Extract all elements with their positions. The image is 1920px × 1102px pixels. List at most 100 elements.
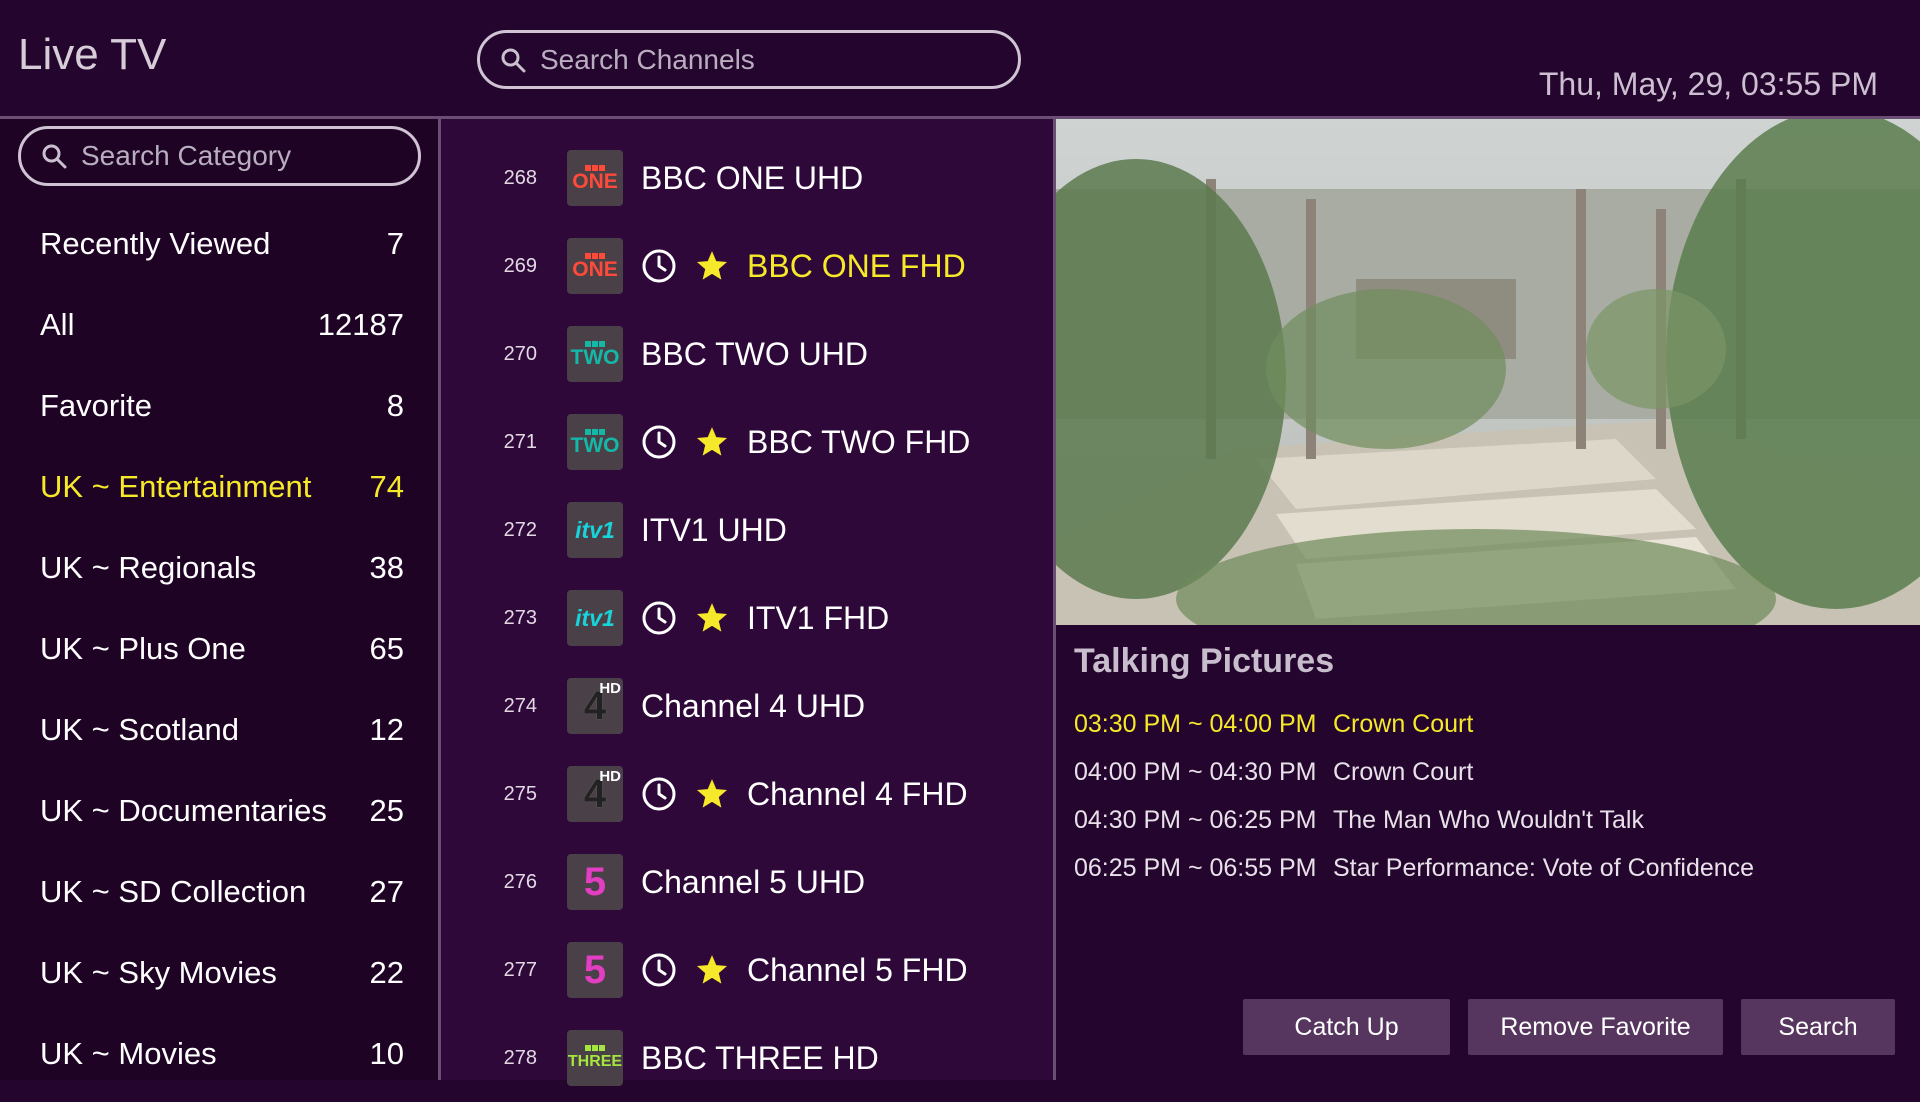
catch-up-button[interactable]: Catch Up <box>1243 999 1450 1055</box>
logo-text: 5 <box>583 948 607 992</box>
category-uk-scotland[interactable]: UK ~ Scotland 12 <box>40 689 404 770</box>
channel-name: BBC ONE FHD <box>747 247 966 284</box>
logo-text: TWO <box>570 345 620 369</box>
channel-row[interactable]: 274 4 HD Channel 4 UHD <box>441 662 1053 750</box>
epg-row[interactable]: 04:30 PM ~ 06:25 PM The Man Who Wouldn't… <box>1074 796 1754 844</box>
category-count: 10 <box>369 1035 404 1071</box>
category-all[interactable]: All 12187 <box>40 284 404 365</box>
logo-badge: HD <box>599 680 621 697</box>
category-count: 12 <box>369 711 404 747</box>
category-count: 25 <box>369 792 404 828</box>
clock-icon <box>642 249 676 283</box>
category-recently-viewed[interactable]: Recently Viewed 7 <box>40 203 404 284</box>
channel-row[interactable]: 275 4 HD Channel 4 FHD <box>441 750 1053 838</box>
remove-favorite-button[interactable]: Remove Favorite <box>1468 999 1723 1055</box>
star-icon <box>696 427 728 456</box>
star-icon <box>696 603 728 632</box>
category-label: Favorite <box>40 387 152 423</box>
channel-name: Channel 5 FHD <box>747 951 968 988</box>
channel-row[interactable]: 273 itv1 ITV1 FHD <box>441 574 1053 662</box>
epg-time: 03:30 PM ~ 04:00 PM <box>1074 709 1317 738</box>
clock-icon <box>642 601 676 635</box>
search-channels-input[interactable]: Search Channels <box>477 30 1021 89</box>
channel-name: Channel 4 FHD <box>747 775 968 812</box>
itv1-logo: itv1 <box>567 502 623 558</box>
category-favorite[interactable]: Favorite 8 <box>40 365 404 446</box>
category-count: 8 <box>386 387 404 423</box>
search-icon <box>42 144 67 169</box>
channel-name: BBC ONE UHD <box>641 159 864 196</box>
category-label: UK ~ Movies <box>40 1035 217 1071</box>
epg-row[interactable]: 06:25 PM ~ 06:55 PM Star Performance: Vo… <box>1074 844 1754 892</box>
logo-text: ONE <box>572 169 618 193</box>
category-uk-movies[interactable]: UK ~ Movies 10 <box>40 1013 404 1094</box>
epg-time: 04:30 PM ~ 06:25 PM <box>1074 805 1317 834</box>
category-count: 27 <box>369 873 404 909</box>
channel-number: 273 <box>503 606 537 629</box>
itv1-logo: itv1 <box>567 590 623 646</box>
channel-row[interactable]: 278 THREE BBC THREE HD <box>441 1014 1053 1102</box>
epg-title: Crown Court <box>1333 757 1474 786</box>
channel-row[interactable]: 271 TWO BBC TWO FHD <box>441 398 1053 486</box>
category-count: 65 <box>369 630 404 666</box>
epg-title: Star Performance: Vote of Confidence <box>1333 853 1755 882</box>
category-label: Recently Viewed <box>40 225 271 261</box>
search-category-placeholder: Search Category <box>81 140 292 171</box>
category-count: 38 <box>369 549 404 585</box>
category-count: 22 <box>369 954 404 990</box>
star-icon <box>696 251 728 280</box>
bbc-two-logo: TWO <box>567 326 623 382</box>
epg-time: 06:25 PM ~ 06:55 PM <box>1074 853 1317 882</box>
category-uk-plus-one[interactable]: UK ~ Plus One 65 <box>40 608 404 689</box>
category-label: UK ~ Plus One <box>40 630 246 666</box>
search-category-input[interactable]: Search Category <box>18 126 421 186</box>
bbc-one-logo: ONE <box>567 238 623 294</box>
page-title: Live TV <box>18 30 167 79</box>
search-button[interactable]: Search <box>1741 999 1895 1055</box>
epg-row[interactable]: 03:30 PM ~ 04:00 PM Crown Court <box>1074 700 1754 748</box>
channel-name: ITV1 FHD <box>747 599 890 636</box>
program-channel-title: Talking Pictures <box>1074 642 1335 680</box>
logo-text: THREE <box>567 1052 623 1070</box>
channel-number: 277 <box>503 958 537 981</box>
bbc-two-logo: TWO <box>567 414 623 470</box>
category-label: All <box>40 306 75 342</box>
star-icon <box>696 779 728 808</box>
category-list: Recently Viewed 7 All 12187 Favorite 8 U… <box>40 203 404 1094</box>
channel-number: 276 <box>503 870 537 893</box>
video-preview[interactable] <box>1056 119 1920 625</box>
channel-row[interactable]: 277 5 Channel 5 FHD <box>441 926 1053 1014</box>
datetime-display: Thu, May, 29, 03:55 PM <box>1538 66 1878 102</box>
category-uk-regionals[interactable]: UK ~ Regionals 38 <box>40 527 404 608</box>
search-icon <box>501 48 526 72</box>
search-channels-placeholder: Search Channels <box>540 43 755 75</box>
channel-5-logo: 5 <box>567 854 623 910</box>
channel-number: 269 <box>503 254 537 277</box>
category-uk-sky-movies[interactable]: UK ~ Sky Movies 22 <box>40 932 404 1013</box>
channel-row[interactable]: 270 TWO BBC TWO UHD <box>441 310 1053 398</box>
channel-name: Channel 5 UHD <box>641 863 866 900</box>
category-uk-documentaries[interactable]: UK ~ Documentaries 25 <box>40 770 404 851</box>
category-uk-entertainment[interactable]: UK ~ Entertainment 74 <box>40 446 404 527</box>
category-label: UK ~ SD Collection <box>40 873 307 909</box>
channel-4-logo: 4 HD <box>567 678 623 734</box>
channel-row[interactable]: 268 ONE BBC ONE UHD <box>441 134 1053 222</box>
logo-text: 5 <box>583 860 607 904</box>
channel-row[interactable]: 272 itv1 ITV1 UHD <box>441 486 1053 574</box>
category-label: UK ~ Scotland <box>40 711 240 747</box>
channel-row[interactable]: 276 5 Channel 5 UHD <box>441 838 1053 926</box>
channel-name: ITV1 UHD <box>641 511 787 548</box>
epg-title: The Man Who Wouldn't Talk <box>1333 805 1644 834</box>
category-label: UK ~ Sky Movies <box>40 954 277 990</box>
epg-row[interactable]: 04:00 PM ~ 04:30 PM Crown Court <box>1074 748 1754 796</box>
epg-schedule: 03:30 PM ~ 04:00 PM Crown Court 04:00 PM… <box>1074 700 1754 892</box>
logo-text: ONE <box>572 257 618 281</box>
preview-image <box>1056 119 1920 625</box>
bbc-three-logo: THREE <box>567 1030 623 1086</box>
category-count: 7 <box>386 225 404 261</box>
logo-text: itv1 <box>575 517 615 543</box>
channel-row[interactable]: 269 ONE BBC ONE FHD <box>441 222 1053 310</box>
channel-4-logo: 4 HD <box>567 766 623 822</box>
category-uk-sd-collection[interactable]: UK ~ SD Collection 27 <box>40 851 404 932</box>
category-label: UK ~ Regionals <box>40 549 257 585</box>
